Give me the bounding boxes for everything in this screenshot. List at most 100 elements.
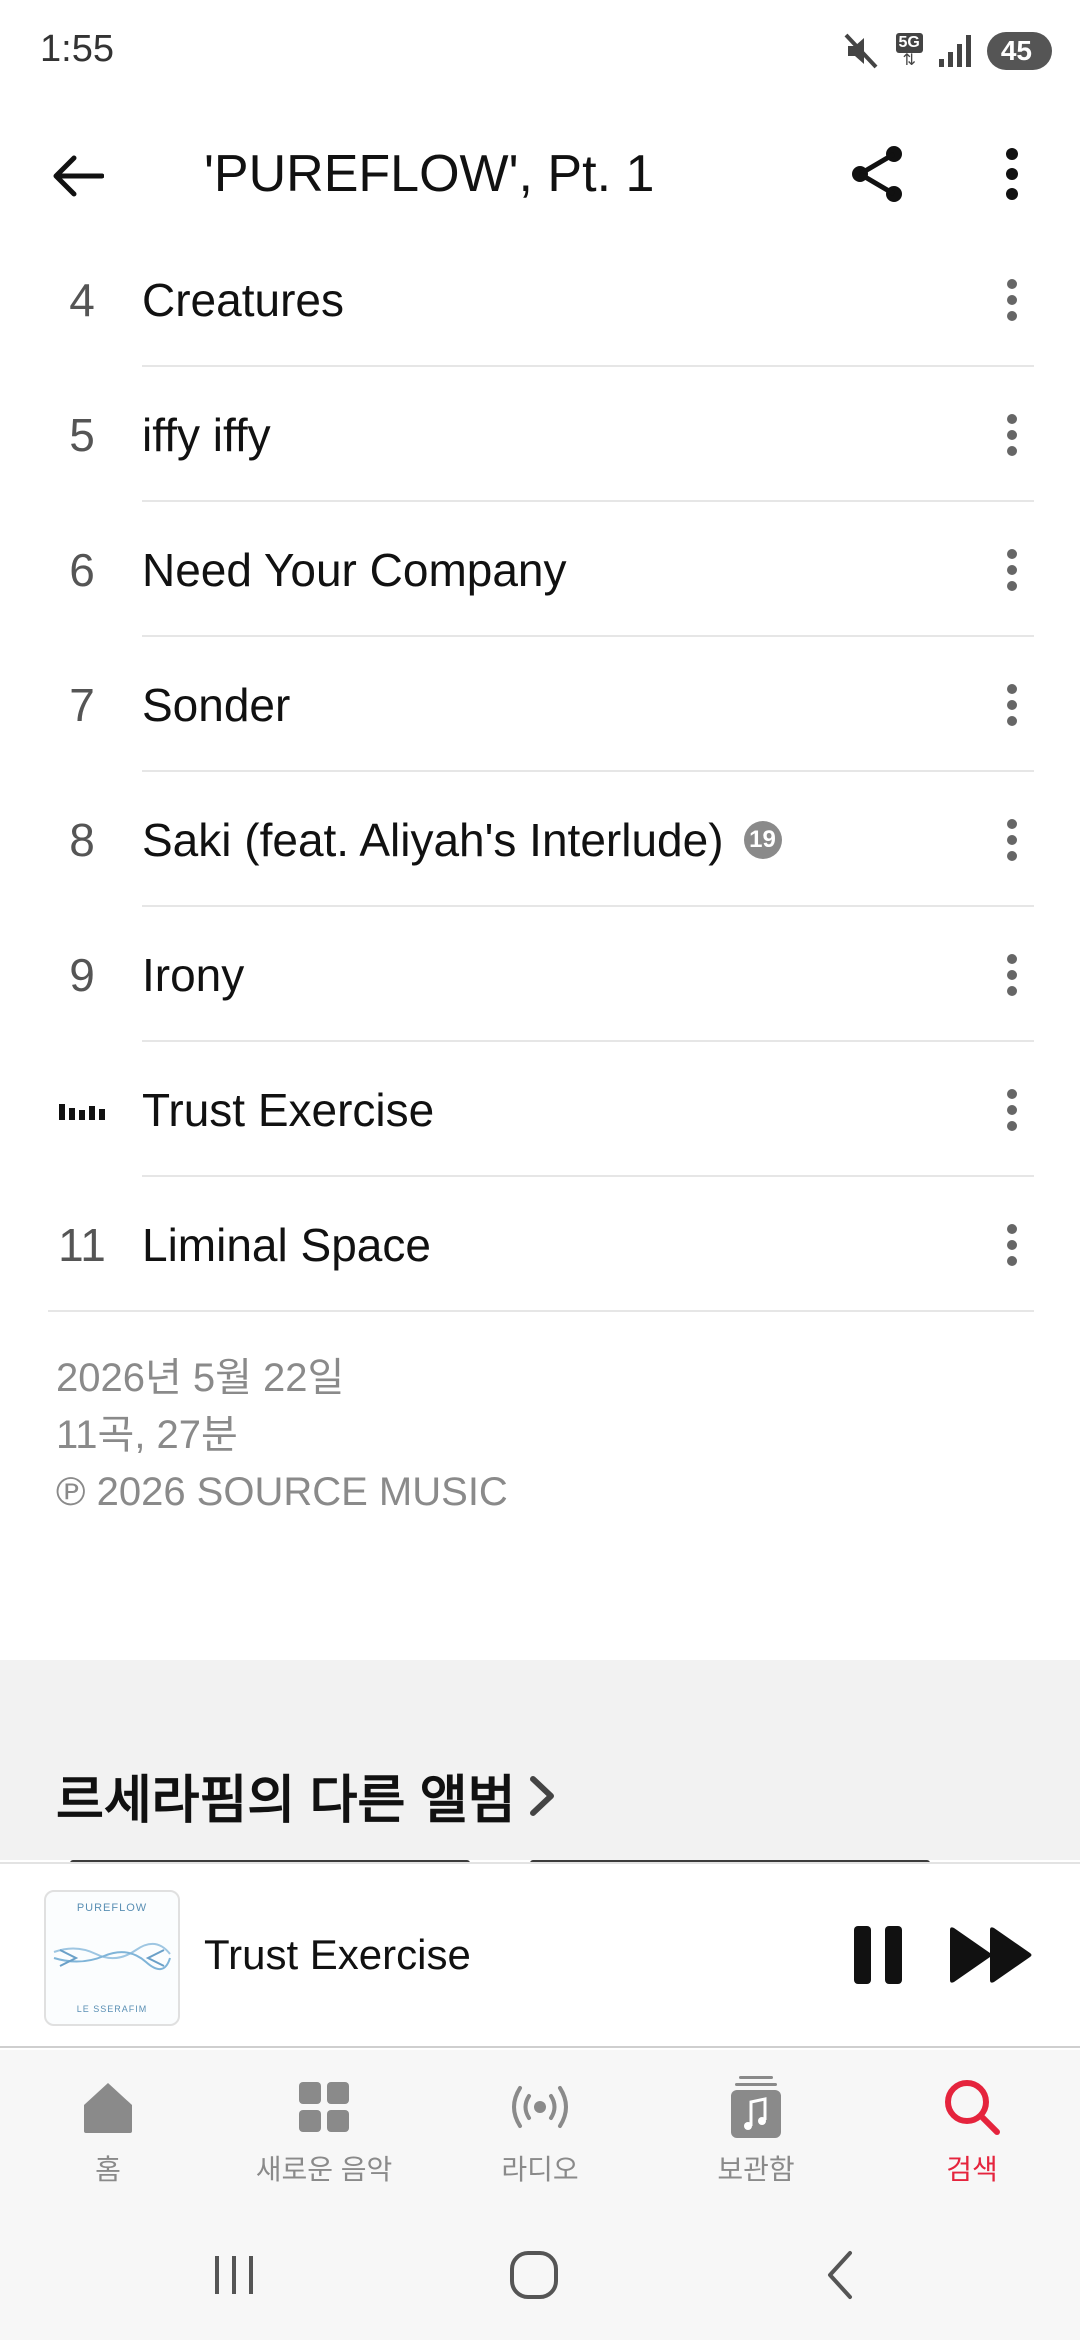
back-nav-icon	[828, 2251, 852, 2299]
more-options-button[interactable]	[988, 142, 1036, 206]
back-arrow-icon	[53, 155, 104, 197]
section-title: 르세라핌의 다른 앨범	[56, 1772, 516, 1830]
share-icon	[852, 146, 902, 202]
tab-label: 새로운 음악	[255, 2154, 393, 2185]
mute-icon	[844, 33, 877, 69]
tab-bar: 홈 새로운 음악 라디오 보관함 검색	[0, 2050, 1080, 2200]
tab-new-music[interactable]: 새로운 음악	[216, 2050, 432, 2200]
track-more-button[interactable]	[988, 1042, 1036, 1177]
equalizer-icon	[59, 1100, 105, 1120]
more-vertical-icon	[1007, 818, 1017, 861]
track-title: Saki (feat. Aliyah's Interlude) 19	[142, 772, 782, 907]
track-more-button[interactable]	[988, 367, 1036, 502]
home-icon	[73, 2072, 143, 2142]
tab-search[interactable]: 검색	[864, 2050, 1080, 2200]
track-number: 8	[69, 813, 95, 866]
fast-forward-icon	[950, 1927, 1032, 1983]
tab-library[interactable]: 보관함	[648, 2050, 864, 2200]
status-icons: 5G ⇅ 45	[842, 28, 1052, 74]
tab-home[interactable]: 홈	[0, 2050, 216, 2200]
status-time: 1:55	[40, 28, 114, 70]
other-albums-section: 르세라핌의 다른 앨범	[0, 1660, 1080, 1866]
track-number: 6	[69, 543, 95, 596]
recent-apps-icon	[215, 2256, 253, 2294]
track-title: Need Your Company	[142, 543, 567, 596]
artwork-artist-text: LE SSERAFIM	[76, 2004, 148, 2014]
status-bar: 1:55 5G ⇅ 45	[0, 0, 1080, 100]
track-more-button[interactable]	[988, 907, 1036, 1042]
tab-label: 홈	[95, 2154, 121, 2185]
page-title: 'PUREFLOW', Pt. 1	[204, 145, 655, 203]
radio-icon	[505, 2072, 575, 2142]
now-playing-indicator	[40, 1042, 124, 1177]
more-vertical-icon	[1007, 548, 1017, 591]
top-bar: 'PUREFLOW', Pt. 1	[0, 120, 1080, 230]
grid-icon	[289, 2072, 359, 2142]
more-vertical-icon	[1007, 278, 1017, 321]
track-title: iffy iffy	[142, 408, 271, 461]
track-more-button[interactable]	[988, 637, 1036, 772]
track-row[interactable]: 5 iffy iffy	[0, 367, 1080, 502]
track-title: Trust Exercise	[142, 1083, 435, 1136]
more-vertical-icon	[1007, 1223, 1017, 1266]
recent-apps-button[interactable]	[194, 2240, 274, 2310]
album-artwork[interactable]: PUREFLOW LE SSERAFIM	[44, 1890, 180, 2026]
track-row[interactable]: 4 Creatures	[0, 232, 1080, 367]
track-number: 11	[58, 1218, 106, 1271]
system-nav-bar	[0, 2200, 1080, 2340]
album-info: 2026년 5월 22일 11곡, 27분 ℗ 2026 SOURCE MUSI…	[56, 1350, 508, 1521]
data-arrows-icon: ⇅	[902, 52, 916, 69]
more-vertical-icon	[1007, 683, 1017, 726]
battery-level: 45	[1000, 35, 1032, 66]
home-nav-icon	[510, 2251, 558, 2299]
now-playing-title: Trust Exercise	[204, 1931, 471, 1978]
track-row-now-playing[interactable]: Trust Exercise	[0, 1042, 1080, 1177]
track-title: Creatures	[142, 273, 344, 326]
network-label: 5G	[895, 33, 923, 53]
more-vertical-icon	[1007, 953, 1017, 996]
track-number: 9	[69, 948, 95, 1001]
track-title: Liminal Space	[142, 1218, 431, 1271]
tab-radio[interactable]: 라디오	[432, 2050, 648, 2200]
track-list: 4 Creatures 5 iffy iffy 6 Need Your Comp…	[0, 232, 1080, 1312]
library-icon	[721, 2072, 791, 2142]
track-more-button[interactable]	[988, 502, 1036, 637]
track-number: 7	[69, 678, 95, 731]
track-more-button[interactable]	[988, 772, 1036, 907]
other-albums-link[interactable]: 르세라핌의 다른 앨범	[56, 1758, 557, 1833]
track-row[interactable]: 9 Irony	[0, 907, 1080, 1042]
chevron-right-icon	[530, 1775, 555, 1816]
mini-player[interactable]: PUREFLOW LE SSERAFIM Trust Exercise	[0, 1862, 1080, 2048]
track-more-button[interactable]	[988, 232, 1036, 367]
more-vertical-icon	[1006, 148, 1018, 200]
pause-icon	[854, 1926, 902, 1984]
network-badge: 5G ⇅	[895, 33, 923, 69]
track-row[interactable]: 6 Need Your Company	[0, 502, 1080, 637]
home-nav-button[interactable]	[494, 2240, 574, 2310]
track-more-button[interactable]	[988, 1177, 1036, 1312]
tab-label: 라디오	[501, 2154, 579, 2185]
more-vertical-icon	[1007, 1088, 1017, 1131]
release-date: 2026년 5월 22일	[56, 1356, 345, 1400]
track-number: 5	[69, 408, 95, 461]
track-row[interactable]: 7 Sonder	[0, 637, 1080, 772]
signal-icon	[938, 35, 971, 67]
track-row[interactable]: 8 Saki (feat. Aliyah's Interlude) 19	[0, 772, 1080, 907]
explicit-badge: 19	[743, 820, 782, 859]
search-icon	[937, 2072, 1007, 2142]
battery-indicator: 45	[986, 32, 1052, 70]
share-button[interactable]	[846, 142, 910, 206]
tab-label: 보관함	[717, 2154, 795, 2185]
track-row[interactable]: 11 Liminal Space	[0, 1177, 1080, 1312]
more-vertical-icon	[1007, 413, 1017, 456]
back-button[interactable]	[46, 144, 110, 208]
next-track-button[interactable]	[948, 1926, 1034, 1984]
pause-button[interactable]	[852, 1924, 904, 1986]
track-title-text: Saki (feat. Aliyah's Interlude)	[142, 813, 724, 866]
tab-label: 검색	[946, 2154, 998, 2185]
copyright: ℗ 2026 SOURCE MUSIC	[56, 1470, 508, 1514]
track-count-duration: 11곡, 27분	[56, 1413, 238, 1457]
track-title: Sonder	[142, 678, 291, 731]
back-nav-button[interactable]	[800, 2240, 880, 2310]
track-number: 4	[69, 273, 95, 326]
